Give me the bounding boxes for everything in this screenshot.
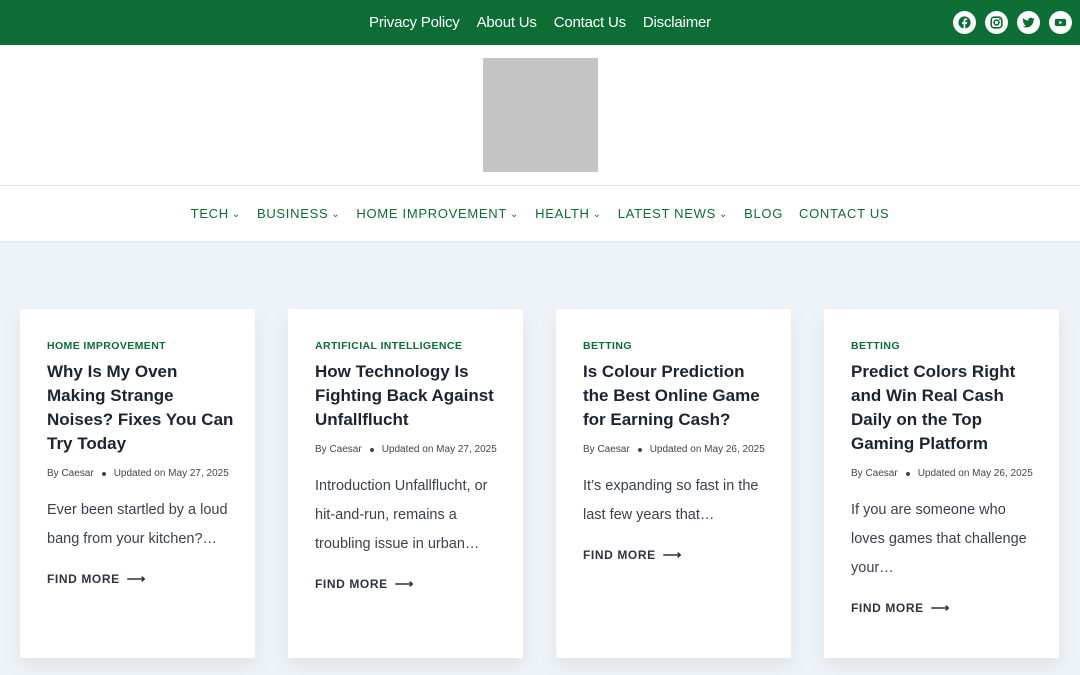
find-more-label: FIND MORE — [583, 548, 656, 562]
twitter-icon[interactable] — [1017, 11, 1040, 34]
nav-item-business[interactable]: BUSINESS ⌄ — [257, 206, 340, 221]
post-excerpt: It’s expanding so fast in the last few y… — [583, 478, 759, 523]
post-card: ARTIFICIAL INTELLIGENCE How Technology I… — [288, 309, 523, 658]
chevron-down-icon: ⌄ — [718, 208, 729, 220]
youtube-icon[interactable] — [1049, 11, 1072, 34]
bullet-icon — [905, 471, 910, 476]
social-links — [953, 11, 1072, 34]
nav-item-label: HEALTH — [535, 206, 590, 221]
chevron-down-icon: ⌄ — [331, 208, 341, 220]
nav-item-contact-us[interactable]: CONTACT US — [799, 206, 889, 221]
post-category[interactable]: BETTING — [583, 340, 771, 352]
arrow-right-icon: ⟶ — [126, 571, 146, 586]
bullet-icon — [101, 471, 106, 476]
main-nav: TECH ⌄ BUSINESS ⌄ HOME IMPROVEMENT ⌄ HEALTH… — [0, 186, 1080, 242]
top-link-about-us[interactable]: About Us — [477, 14, 537, 31]
post-author[interactable]: By Caesar — [851, 468, 898, 479]
find-more-label: FIND MORE — [315, 577, 388, 591]
post-date: Updated on May 27, 2025 — [381, 444, 497, 455]
nav-item-tech[interactable]: TECH ⌄ — [191, 206, 241, 221]
nav-item-blog[interactable]: BLOG — [744, 206, 783, 221]
post-date: Updated on May 26, 2025 — [917, 468, 1033, 479]
post-meta: By Caesar Updated on May 26, 2025 — [851, 468, 1039, 479]
bullet-icon — [637, 447, 642, 452]
post-title[interactable]: How Technology Is Fighting Back Against … — [315, 360, 503, 432]
find-more-label: FIND MORE — [851, 601, 924, 615]
post-date: Updated on May 26, 2025 — [649, 444, 765, 455]
site-logo[interactable] — [483, 58, 598, 172]
instagram-icon[interactable] — [985, 11, 1008, 34]
chevron-down-icon: ⌄ — [231, 208, 241, 220]
post-meta: By Caesar Updated on May 26, 2025 — [583, 444, 771, 455]
find-more-link[interactable]: FIND MORE ⟶ — [851, 600, 1039, 616]
nav-item-label: LATEST NEWS — [617, 206, 716, 221]
arrow-right-icon: ⟶ — [930, 600, 950, 615]
post-author[interactable]: By Caesar — [583, 444, 630, 455]
top-bar: Privacy Policy About Us Contact Us Discl… — [0, 0, 1080, 45]
nav-item-label: TECH — [190, 206, 229, 221]
post-grid: HOME IMPROVEMENT Why Is My Oven Making S… — [20, 309, 1059, 658]
post-excerpt: Introduction Unfallflucht, or hit-and-ru… — [315, 478, 488, 552]
post-category[interactable]: BETTING — [851, 340, 1039, 352]
find-more-link[interactable]: FIND MORE ⟶ — [315, 576, 503, 592]
post-meta: By Caesar Updated on May 27, 2025 — [315, 444, 503, 455]
post-excerpt: If you are someone who loves games that … — [851, 502, 1027, 576]
find-more-label: FIND MORE — [47, 572, 120, 586]
top-link-contact-us[interactable]: Contact Us — [554, 14, 626, 31]
bullet-icon — [369, 447, 374, 452]
post-category[interactable]: HOME IMPROVEMENT — [47, 340, 235, 352]
post-title[interactable]: Why Is My Oven Making Strange Noises? Fi… — [47, 360, 235, 456]
chevron-down-icon: ⌄ — [592, 208, 602, 220]
arrow-right-icon: ⟶ — [394, 576, 414, 591]
nav-item-label: HOME IMPROVEMENT — [356, 206, 508, 221]
post-title[interactable]: Is Colour Prediction the Best Online Gam… — [583, 360, 771, 432]
top-nav: Privacy Policy About Us Contact Us Discl… — [0, 0, 1080, 45]
nav-item-health[interactable]: HEALTH ⌄ — [535, 206, 602, 221]
chevron-down-icon: ⌄ — [510, 208, 520, 220]
top-link-disclaimer[interactable]: Disclaimer — [643, 14, 711, 31]
find-more-link[interactable]: FIND MORE ⟶ — [583, 547, 771, 563]
post-author[interactable]: By Caesar — [315, 444, 362, 455]
nav-item-home-improvement[interactable]: HOME IMPROVEMENT ⌄ — [356, 206, 519, 221]
nav-item-label: BUSINESS — [256, 206, 329, 221]
arrow-right-icon: ⟶ — [662, 547, 682, 562]
nav-item-label: BLOG — [744, 206, 784, 221]
post-card: HOME IMPROVEMENT Why Is My Oven Making S… — [20, 309, 255, 658]
nav-item-latest-news[interactable]: LATEST NEWS ⌄ — [618, 206, 728, 221]
post-title[interactable]: Predict Colors Right and Win Real Cash D… — [851, 360, 1039, 456]
post-card: BETTING Is Colour Prediction the Best On… — [556, 309, 791, 658]
post-author[interactable]: By Caesar — [47, 468, 94, 479]
post-meta: By Caesar Updated on May 27, 2025 — [47, 468, 235, 479]
header-logo-area — [0, 45, 1080, 186]
facebook-icon[interactable] — [953, 11, 976, 34]
post-category[interactable]: ARTIFICIAL INTELLIGENCE — [315, 340, 503, 352]
nav-item-label: CONTACT US — [799, 206, 890, 221]
post-date: Updated on May 27, 2025 — [113, 468, 229, 479]
post-card: BETTING Predict Colors Right and Win Rea… — [824, 309, 1059, 658]
post-excerpt: Ever been startled by a loud bang from y… — [47, 502, 228, 547]
find-more-link[interactable]: FIND MORE ⟶ — [47, 571, 235, 587]
top-link-privacy-policy[interactable]: Privacy Policy — [369, 14, 460, 31]
